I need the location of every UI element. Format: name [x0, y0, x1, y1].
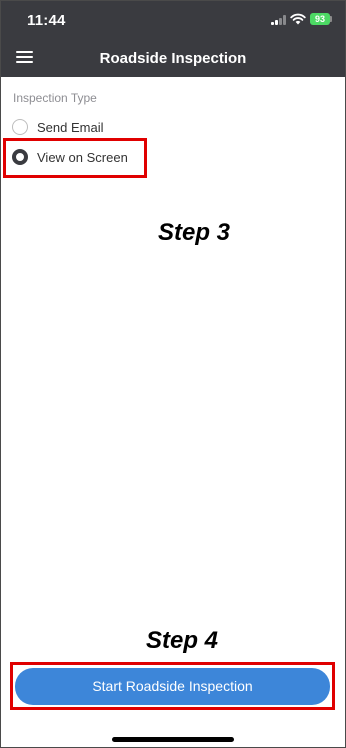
- status-time: 11:44: [27, 12, 66, 29]
- nav-bar: Roadside Inspection: [1, 38, 345, 77]
- home-indicator: [112, 737, 234, 742]
- start-roadside-inspection-button[interactable]: Start Roadside Inspection: [15, 668, 330, 705]
- radio-option-label: Send Email: [37, 120, 104, 135]
- step4-annotation: Step 4: [146, 627, 219, 654]
- inspection-type-label: Inspection Type: [13, 91, 97, 105]
- battery-icon: 93: [310, 13, 330, 25]
- step3-annotation: Step 3: [158, 219, 231, 246]
- status-bar: 11:44 93: [1, 1, 345, 38]
- wifi-icon: [290, 13, 306, 25]
- radio-button-selected[interactable]: [12, 149, 28, 165]
- cellular-signal-icon: [271, 15, 287, 25]
- battery-tip: [330, 16, 332, 22]
- radio-option-label: View on Screen: [37, 150, 128, 165]
- radio-button[interactable]: [12, 119, 28, 135]
- page-title: Roadside Inspection: [99, 50, 247, 67]
